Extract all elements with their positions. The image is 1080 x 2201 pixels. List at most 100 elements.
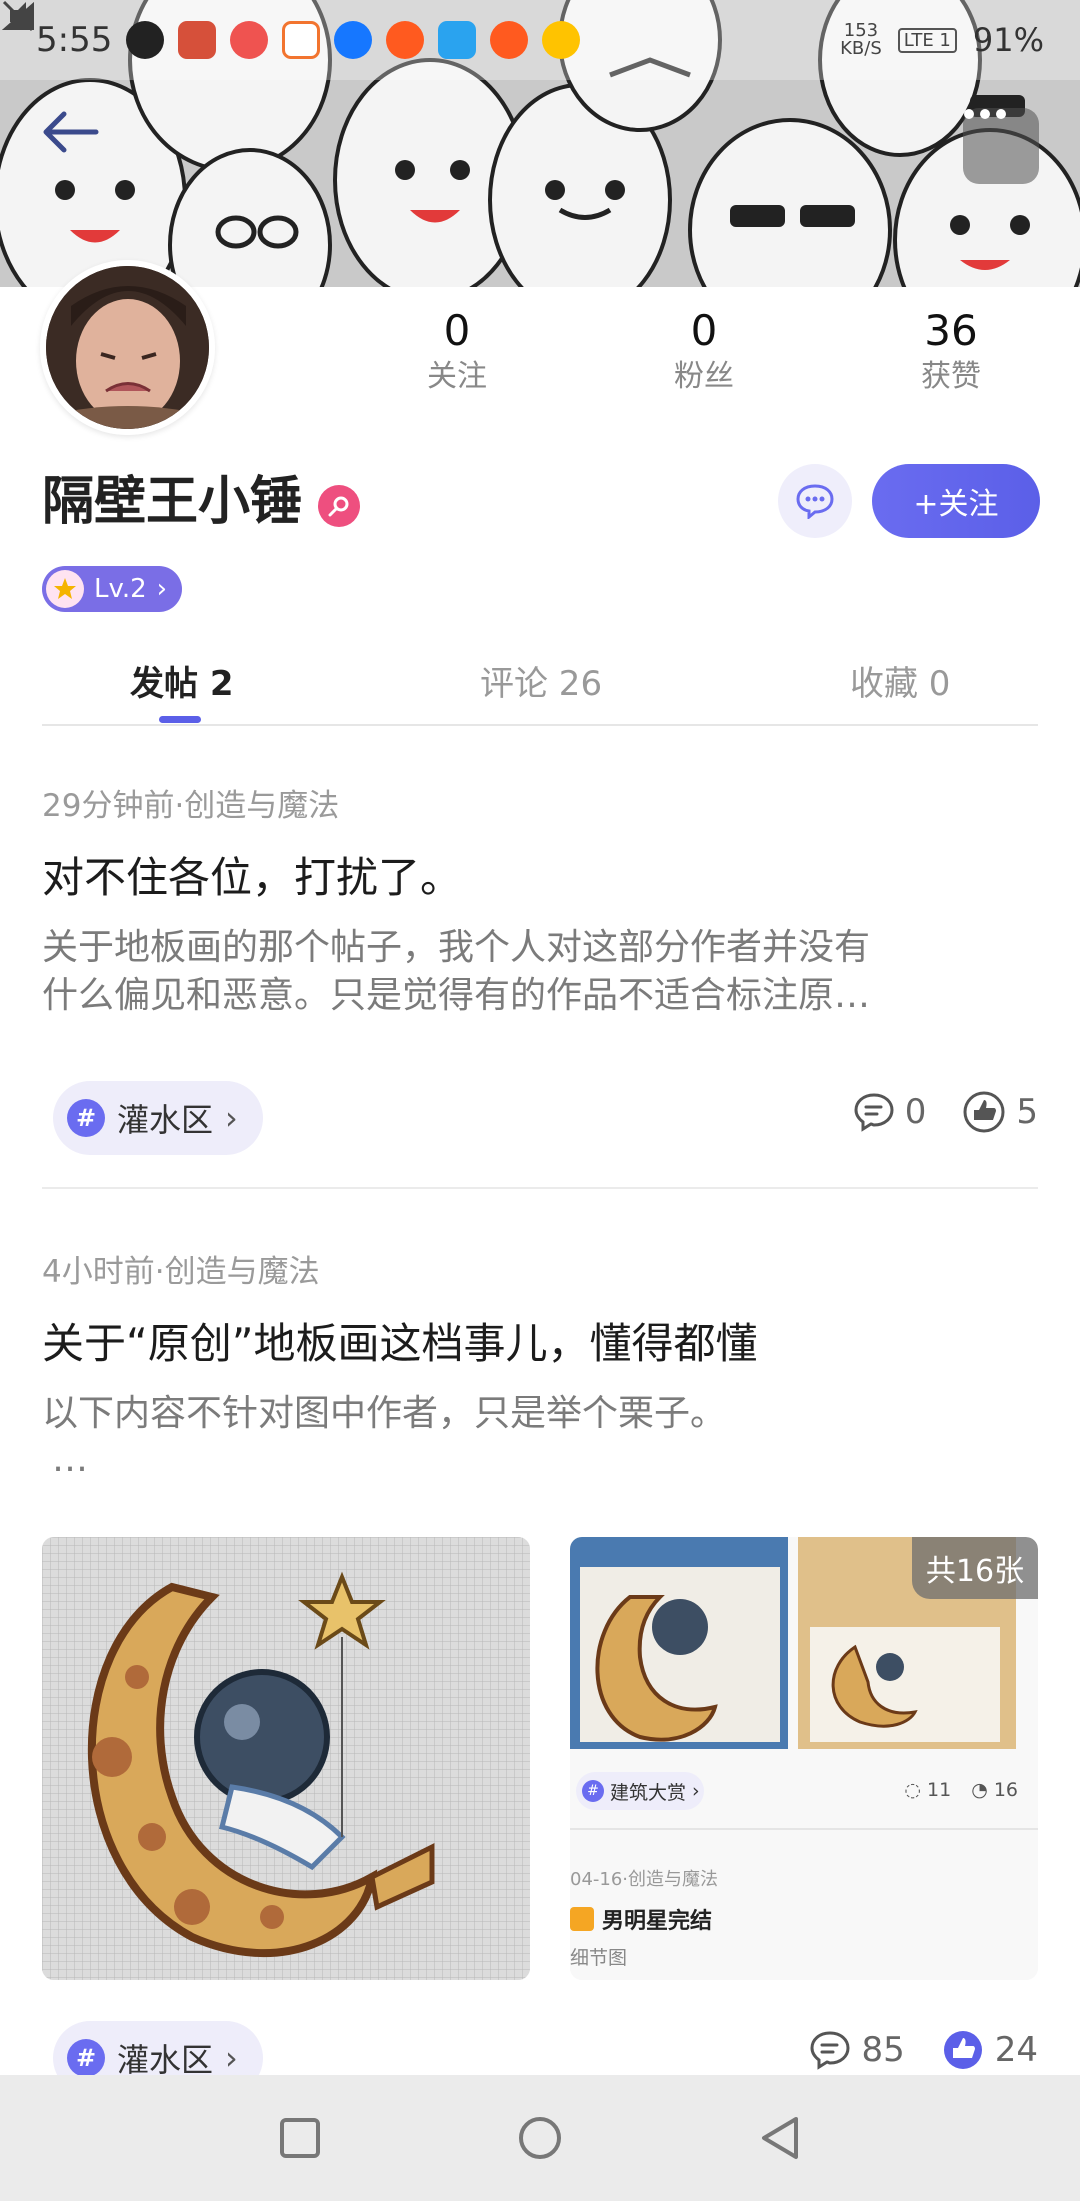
triangle-back-icon [762,2117,798,2159]
app-icon [386,21,425,59]
post-actions: 0 5 [853,1090,1038,1134]
post-title: 关于“原创”地板画这档事儿，懂得都懂 [42,1319,758,1368]
post-card[interactable]: 4小时前·创造与魔法 关于“原创”地板画这档事儿，懂得都懂 以下内容不针对图中作… [42,1252,1038,1480]
post-divider [42,1187,1038,1189]
meituan-icon [542,21,581,59]
chevron-right-icon: › [692,1780,700,1802]
inner-comment-count: 11 [927,1779,952,1801]
like-icon [963,1091,1005,1133]
inner-like-count: 16 [993,1779,1018,1801]
topic-label: 灌水区 [117,1101,214,1139]
inner-title-row: 男明星完结 [570,1903,712,1935]
inner-title: 男明星完结 [602,1909,713,1934]
post-card[interactable]: 29分钟前·创造与魔法 对不住各位，打扰了。 关于地板画的那个帖子，我个人对这部… [42,786,1038,1022]
chevron-right-icon: › [156,574,168,604]
profile-page: 5:55 153 KB/S LTE 1 91% 0 关注 0 粉丝 36 获赞 … [0,0,1080,2201]
female-icon [328,496,349,517]
inner-actions: ◌ 11 ◔ 16 [904,1779,1018,1801]
stat-followers[interactable]: 0 粉丝 [604,305,804,397]
gender-badge [318,485,360,527]
status-right: 153 KB/S LTE 1 91% [2,0,1044,59]
inner-like: ◔ 16 [971,1779,1018,1801]
stat-likes[interactable]: 36 获赞 [851,305,1051,397]
active-tab-indicator [159,716,201,723]
profile-tabs: 发帖 2 评论 26 收藏 0 [42,640,1038,726]
arrow-left-icon [43,111,99,153]
stat-label: 关注 [427,359,487,394]
net-speed-unit: KB/S [840,38,882,59]
post-excerpt: 关于地板画的那个帖子，我个人对这部分作者并没有 什么偏见和恶意。只是觉得有的作品… [42,922,1038,1022]
post-excerpt: 以下内容不针对图中作者，只是举个栗子。 … [42,1388,1038,1480]
chat-bubble-icon [796,484,834,519]
username: 隔壁王小锤 [42,472,303,532]
tab-posts[interactable]: 发帖 2 [130,656,234,705]
inner-meta: 04-16·创造与魔法 [570,1869,719,1890]
app-icon [230,21,269,59]
follow-button[interactable]: +关注 [872,464,1040,538]
comment-icon [854,1093,894,1132]
notification-icon [126,21,165,59]
like-action[interactable]: 5 [962,1090,1038,1134]
profile-stats: 0 关注 0 粉丝 36 获赞 [0,305,1080,405]
post-excerpt-line: 关于地板画的那个帖子，我个人对这部分作者并没有 [42,927,871,968]
square-icon [280,2118,320,2158]
stat-value: 0 [443,306,471,355]
notification-icons [126,21,581,59]
tab-favorites[interactable]: 收藏 0 [850,656,950,705]
hash-icon: # [67,2039,105,2077]
post-excerpt-line: 以下内容不针对图中作者，只是举个栗子。 [42,1393,727,1434]
comment-icon [810,2031,850,2070]
more-dots-icon [964,109,1006,119]
badge-icon [570,1907,594,1931]
network-badge: LTE 1 [897,27,957,53]
status-time: 5:55 [36,20,113,60]
alipay-icon [334,21,373,59]
telegram-icon [438,21,477,59]
home-button[interactable] [510,2108,570,2168]
stat-following[interactable]: 0 关注 [357,305,557,397]
inner-topic-chip: # 建筑大赏 › [576,1772,704,1810]
profile-banner: 5:55 153 KB/S LTE 1 91% [0,0,1080,287]
more-button[interactable] [963,108,1039,184]
like-action[interactable]: 24 [941,2028,1038,2072]
recents-button[interactable] [270,2108,330,2168]
status-bar: 5:55 153 KB/S LTE 1 91% [0,0,1080,80]
stat-label: 粉丝 [674,359,734,394]
circle-icon [519,2117,561,2159]
post-image-preview[interactable]: 共16张 # 建筑大赏 › ◌ 11 ◔ 16 04-16·创造与魔法 男明星完… [570,1537,1038,1980]
like-count: 5 [1016,1092,1038,1132]
app-icon [282,21,321,59]
comment-action[interactable]: 0 [853,1092,926,1132]
net-speed: 153 KB/S [840,22,882,58]
comment-count: 85 [861,2030,905,2070]
chevron-right-icon: › [225,2039,238,2077]
tab-comments[interactable]: 评论 26 [480,656,602,705]
inner-comment: ◌ 11 [904,1779,952,1801]
post-actions: 85 24 [809,2028,1038,2072]
game-app-icon [178,21,217,59]
post-image[interactable] [42,1537,530,1980]
comment-action[interactable]: 85 [809,2030,905,2070]
post-meta: 29分钟前·创造与魔法 [42,788,340,824]
level-badge[interactable]: Lv.2 › [42,566,182,612]
back-button[interactable] [40,110,110,180]
pixel-art-moon-astronaut-image [42,1537,530,1980]
stat-value: 36 [924,306,978,355]
like-count: 24 [994,2030,1038,2070]
like-icon [943,2031,982,2069]
app-icon [490,21,529,59]
stat-label: 获赞 [921,359,981,394]
inner-topic-label: 建筑大赏 [610,1781,687,1804]
back-nav-button[interactable] [750,2108,810,2168]
image-count-badge: 共16张 [912,1537,1038,1599]
post-title: 对不住各位，打扰了。 [42,853,463,902]
post-meta: 4小时前·创造与魔法 [42,1254,320,1290]
message-button[interactable] [778,464,852,538]
chevron-right-icon: › [225,1099,238,1137]
post-excerpt-line: … [52,1439,88,1480]
topic-chip[interactable]: # 灌水区 › [53,1081,263,1155]
post-excerpt-line: 什么偏见和恶意。只是觉得有的作品不适合标注原… [42,975,871,1016]
system-navigation-bar [0,2075,1080,2201]
star-icon [46,570,84,608]
battery-level: 91% [972,21,1044,59]
